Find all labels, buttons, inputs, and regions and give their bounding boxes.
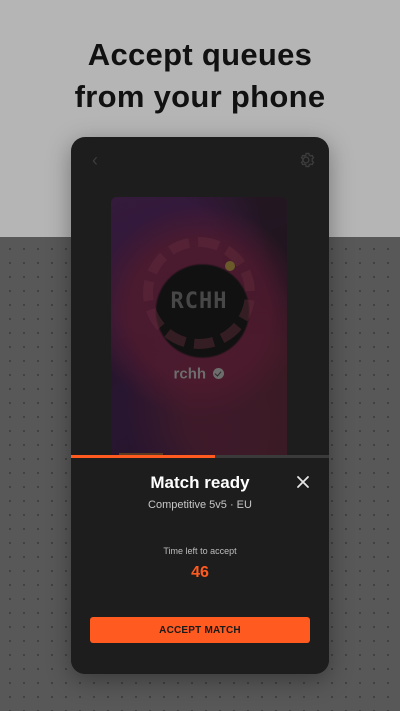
profile-name-row: rchh	[111, 365, 287, 383]
close-icon	[297, 476, 309, 488]
accept-match-button[interactable]: ACCEPT MATCH	[90, 617, 310, 643]
promo-headline: Accept queues from your phone	[0, 34, 400, 118]
headline-line-1: Accept queues	[87, 37, 313, 72]
team-logo: RCHH	[170, 289, 228, 314]
close-button[interactable]	[294, 473, 312, 491]
chevron-left-icon: ‹	[92, 150, 98, 170]
match-mode-subtitle: Competitive 5v5 · EU	[148, 499, 252, 511]
match-ready-title: Match ready	[150, 473, 250, 492]
app-top-bar: ‹	[71, 137, 329, 183]
emblem-icon	[225, 261, 235, 271]
profile-name: rchh	[173, 365, 207, 383]
headline-line-2: from your phone	[74, 79, 326, 114]
timer-label: Time left to accept	[163, 546, 237, 556]
timer-countdown: 46	[191, 564, 209, 581]
match-ready-sheet: Match ready Competitive 5v5 · EU Time le…	[71, 458, 329, 674]
gear-icon	[300, 152, 315, 168]
verified-badge-icon	[213, 368, 225, 380]
profile-banner: RCHH rchh	[111, 197, 287, 497]
phone-screen: ‹ RCHH rchh Match ready Competitive 5v5 …	[71, 137, 329, 674]
settings-button[interactable]	[296, 150, 316, 170]
back-button[interactable]: ‹	[85, 150, 105, 170]
